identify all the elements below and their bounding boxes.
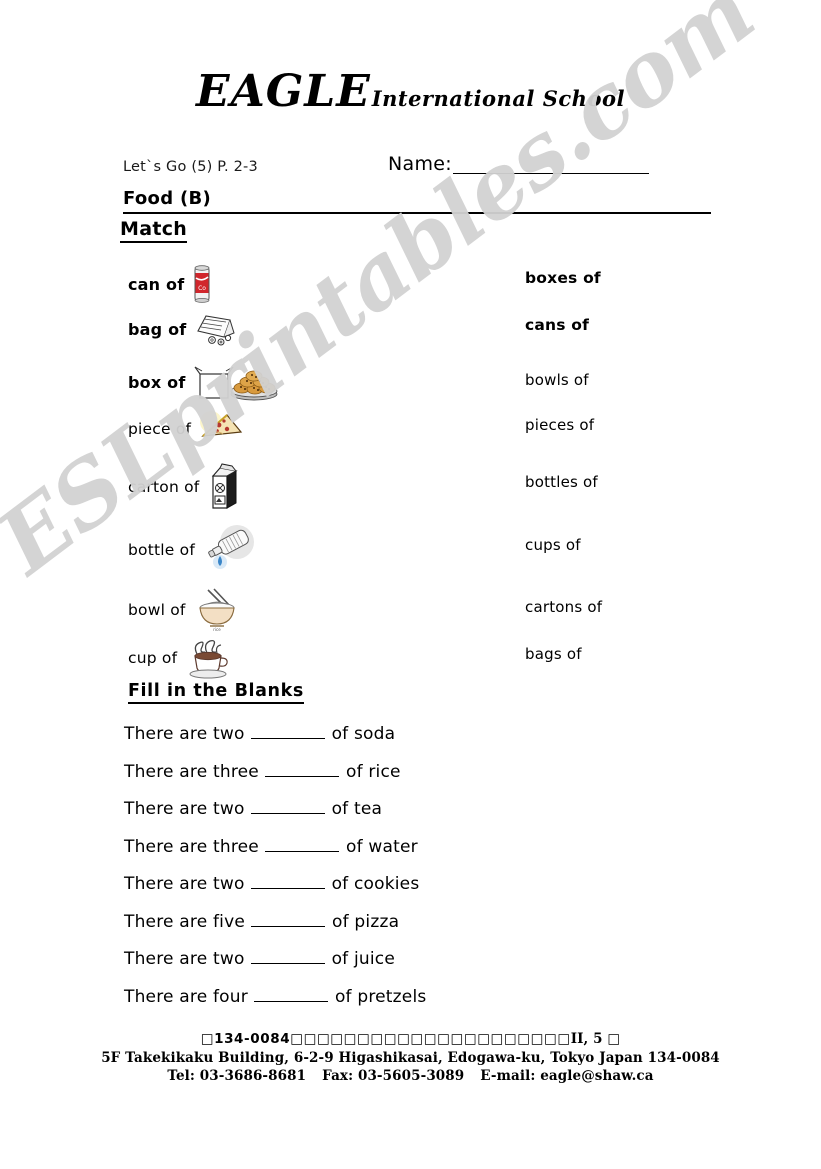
rice-bowl-image: rice	[192, 586, 242, 634]
match-right-item-pieces[interactable]: pieces of	[525, 416, 594, 434]
fill-row: There are two of cookies	[124, 874, 644, 912]
fill-blank-input[interactable]	[251, 925, 326, 927]
fill-prefix: There are five	[124, 911, 246, 932]
match-left-label: bowl of	[128, 601, 186, 619]
fill-prefix: There are four	[124, 986, 248, 1007]
match-right-item-cartons[interactable]: cartons of	[525, 598, 602, 616]
soda-can-image: Co	[190, 264, 214, 304]
water-bottle-image	[201, 524, 263, 576]
fill-suffix: of water	[345, 836, 418, 857]
fill-row: There are four of pretzels	[124, 987, 644, 1025]
fill-blank-input[interactable]	[264, 850, 339, 852]
fill-row: There are three of rice	[124, 762, 644, 800]
match-left-label: cup of	[128, 649, 178, 667]
match-left-item-piece[interactable]: piece of	[128, 410, 249, 448]
fill-suffix: of pretzels	[334, 986, 427, 1007]
pizza-slice-image	[197, 410, 249, 448]
fill-row: There are five of pizza	[124, 912, 644, 950]
footer-address-jp: □134-0084□□□□□□□□□□□□□□□□□□□□□II, 5 □	[0, 1030, 821, 1049]
svg-text:rice: rice	[213, 627, 221, 632]
tea-cup-image	[183, 634, 233, 682]
match-right-item-bottles[interactable]: bottles of	[525, 473, 598, 491]
match-left-item-bowl[interactable]: bowl of rice	[128, 586, 242, 634]
match-left-item-bag[interactable]: bag of	[128, 311, 240, 347]
svg-text:Co: Co	[198, 285, 206, 292]
milk-carton-image	[205, 462, 243, 512]
match-left-label: carton of	[128, 478, 200, 496]
fill-blank-input[interactable]	[253, 1000, 328, 1002]
match-right-item-boxes[interactable]: boxes of	[525, 269, 601, 287]
footer-address-jp-suffix: II, 5 □	[570, 1031, 621, 1047]
match-left-item-cup[interactable]: cup of	[128, 634, 233, 682]
match-left-label: piece of	[128, 420, 192, 438]
match-right-item-cans[interactable]: cans of	[525, 316, 589, 334]
worksheet-page: ESLprintables.com EAGLEInternational Sch…	[0, 0, 821, 1169]
fill-suffix: of juice	[331, 949, 395, 969]
fill-row: There are two of soda	[124, 724, 644, 762]
match-left-item-box[interactable]: box of	[128, 362, 280, 402]
fill-prefix: There are three	[124, 761, 259, 782]
fill-row: There are two of juice	[124, 949, 644, 987]
fill-prefix: There are two	[124, 949, 245, 969]
fill-suffix: of soda	[331, 724, 396, 744]
footer-email[interactable]: E-mail: eagle@shaw.ca	[480, 1068, 653, 1084]
pretzel-bag-image	[192, 311, 240, 347]
match-right-item-bags[interactable]: bags of	[525, 645, 582, 663]
footer: □134-0084□□□□□□□□□□□□□□□□□□□□□II, 5 □ 5F…	[0, 1030, 821, 1086]
match-left-item-can[interactable]: can of Co	[128, 264, 214, 304]
fill-prefix: There are two	[124, 874, 245, 894]
fill-suffix: of tea	[331, 799, 383, 819]
fill-prefix: There are three	[124, 836, 259, 857]
footer-address-en: 5F Takekikaku Building, 6-2-9 Higashikas…	[101, 1049, 720, 1066]
fill-suffix: of rice	[345, 761, 401, 782]
fill-row: There are three of water	[124, 837, 644, 875]
fill-blank-input[interactable]	[264, 775, 339, 777]
fill-blank-input[interactable]	[250, 738, 325, 739]
match-left-item-carton[interactable]: carton of	[128, 462, 243, 512]
footer-postal-code: □134-0084	[200, 1031, 291, 1047]
fill-suffix: of pizza	[332, 911, 400, 932]
box-cookies-image	[192, 362, 280, 402]
fill-blank-input[interactable]	[250, 813, 325, 814]
match-left-label: can of	[128, 274, 185, 294]
fill-prefix: There are two	[124, 799, 245, 819]
match-right-item-cups[interactable]: cups of	[525, 536, 581, 554]
footer-tel: Tel: 03-3686-8681	[167, 1068, 307, 1084]
footer-fax: Fax: 03-5605-3089	[322, 1068, 465, 1084]
footer-contact: Tel: 03-3686-8681 Fax: 03-5605-3089 E-mail…	[0, 1067, 821, 1086]
fill-blank-input[interactable]	[250, 963, 325, 964]
match-left-item-bottle[interactable]: bottle of	[128, 524, 263, 576]
fill-row: There are two of tea	[124, 799, 644, 837]
match-left-label: box of	[128, 372, 186, 392]
fill-suffix: of cookies	[331, 874, 420, 894]
fill-blank-input[interactable]	[250, 888, 325, 889]
match-left-label: bottle of	[128, 541, 195, 559]
fill-prefix: There are two	[124, 724, 245, 744]
fill-section-title: Fill in the Blanks	[128, 681, 304, 704]
match-left-label: bag of	[128, 319, 187, 339]
footer-address-jp-text: □□□□□□□□□□□□□□□□□□□□□	[290, 1031, 571, 1047]
fill-in-blanks-list: There are two of soda There are three of…	[124, 724, 644, 1024]
match-right-item-bowls[interactable]: bowls of	[525, 371, 589, 389]
